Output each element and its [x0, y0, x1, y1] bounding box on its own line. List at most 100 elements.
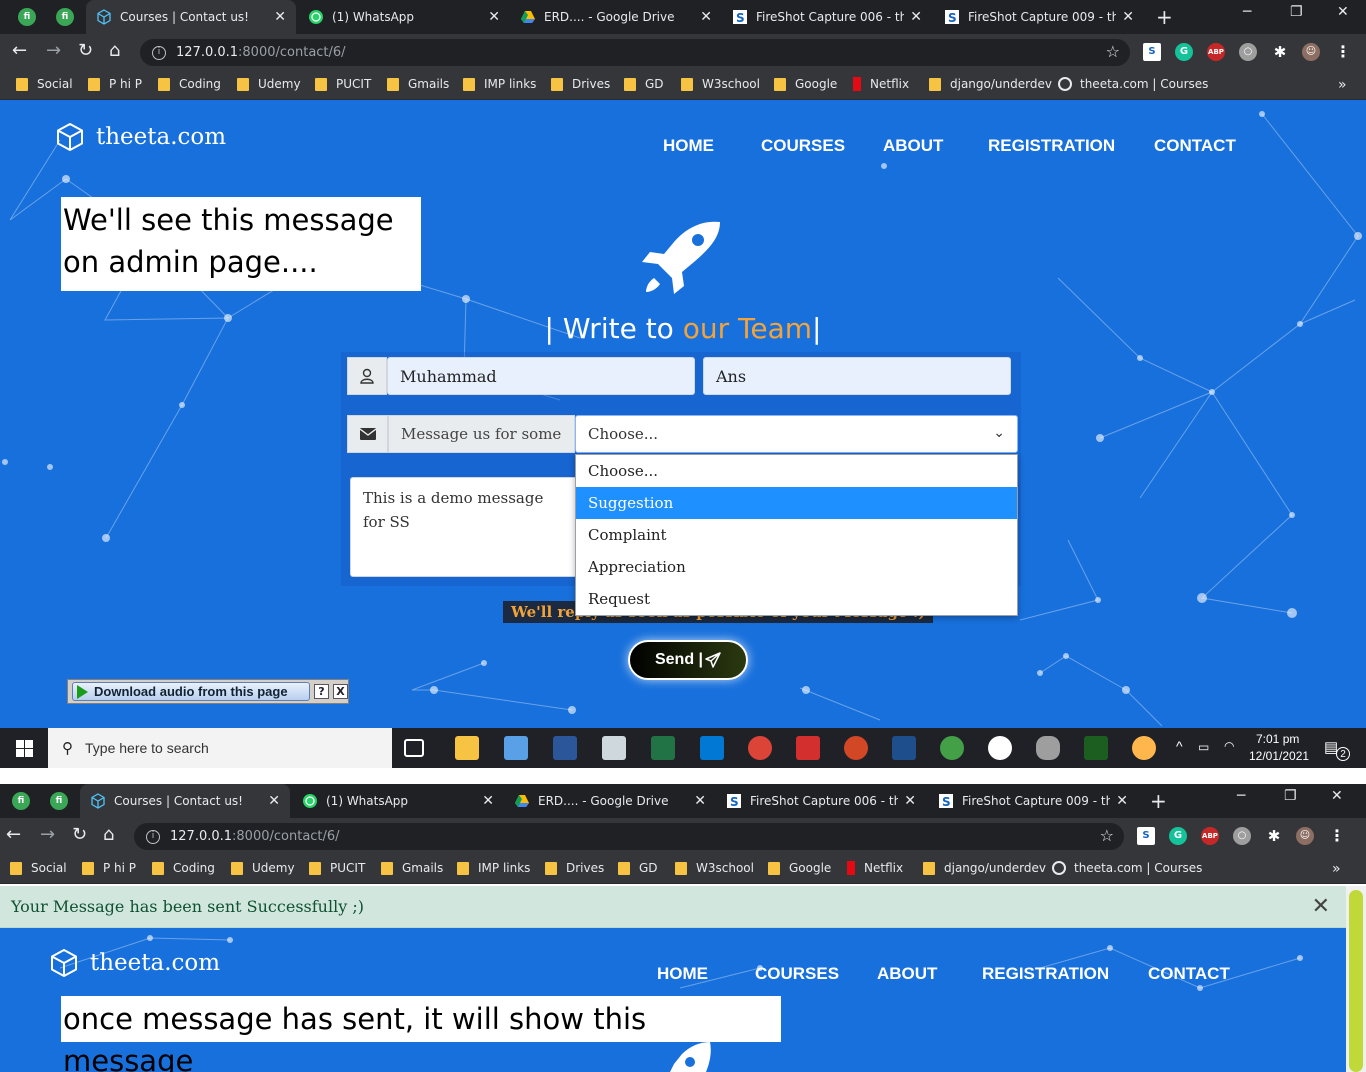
bookmark-item[interactable]: Udemy: [231, 861, 295, 875]
tab-fireshot-009[interactable]: S FireShot Capture 009 - thee ✕: [934, 0, 1144, 34]
info-icon[interactable]: i: [152, 45, 166, 60]
tab-fireshot-006[interactable]: S FireShot Capture 006 - thee ✕: [722, 0, 932, 34]
brand-logo[interactable]: theeta.com: [49, 948, 220, 978]
restore-icon[interactable]: ❐: [1290, 4, 1303, 20]
more-bookmarks-icon[interactable]: »: [1332, 861, 1341, 877]
info-icon[interactable]: i: [146, 829, 160, 844]
grammarly-icon[interactable]: G: [1169, 827, 1187, 845]
back-icon[interactable]: ←: [12, 40, 27, 61]
close-window-icon[interactable]: ✕: [1337, 4, 1349, 20]
pinned-tab-icon[interactable]: fi: [56, 8, 74, 26]
bookmark-item[interactable]: Coding: [152, 861, 215, 875]
chrome-icon[interactable]: [748, 736, 772, 760]
tab-whatsapp[interactable]: (1) WhatsApp ✕: [292, 784, 504, 818]
close-window-icon[interactable]: ✕: [1331, 788, 1343, 804]
adblock-icon[interactable]: ABP: [1207, 43, 1225, 61]
close-icon[interactable]: X: [333, 684, 348, 699]
tab-fireshot-006[interactable]: S FireShot Capture 006 - thee ✕: [716, 784, 926, 818]
bookmark-item[interactable]: Social: [10, 861, 67, 875]
paint-icon[interactable]: [1132, 736, 1156, 760]
file-explorer-icon[interactable]: [455, 736, 479, 760]
avatar[interactable]: ☺: [1296, 827, 1314, 845]
bookmark-item[interactable]: Netflix: [853, 77, 909, 91]
close-icon[interactable]: ✕: [1312, 894, 1330, 919]
close-tab-icon[interactable]: ✕: [904, 793, 916, 809]
address-bar[interactable]: i 127.0.0.1:8000/contact/6/ ☆: [140, 39, 1130, 66]
reload-icon[interactable]: ↻: [78, 40, 93, 61]
app-icon[interactable]: [988, 736, 1012, 760]
pinned-tab-icon[interactable]: fi: [12, 792, 30, 810]
forward-icon[interactable]: →: [46, 40, 61, 61]
battery-icon[interactable]: ▭: [1198, 740, 1209, 754]
pinned-tab-icon[interactable]: fi: [18, 8, 36, 26]
home-icon[interactable]: ⌂: [109, 40, 120, 61]
adblock-icon[interactable]: ABP: [1201, 827, 1219, 845]
nav-registration[interactable]: REGISTRATION: [982, 964, 1109, 984]
puzzle-icon[interactable]: ✱: [1265, 827, 1283, 845]
bookmark-item[interactable]: W3school: [681, 77, 760, 91]
tab-courses-contact[interactable]: Courses | Contact us! ✕: [80, 784, 290, 818]
tab-courses-contact[interactable]: Courses | Contact us! ✕: [86, 0, 296, 34]
more-bookmarks-icon[interactable]: »: [1338, 77, 1347, 93]
bookmark-item[interactable]: IMP links: [463, 77, 536, 91]
nav-registration[interactable]: REGISTRATION: [988, 136, 1115, 156]
menu-icon[interactable]: ⋮: [1334, 43, 1352, 61]
first-name-field[interactable]: Muhammad: [387, 357, 695, 395]
windows-start-icon[interactable]: [16, 740, 33, 757]
message-textarea[interactable]: This is a demo message for SS: [350, 477, 580, 577]
taskbar-search[interactable]: ⚲ Type here to search: [48, 728, 392, 768]
extension-icon[interactable]: ○: [1239, 43, 1257, 61]
nav-about[interactable]: ABOUT: [883, 136, 943, 156]
chevron-up-icon[interactable]: ^: [1176, 738, 1183, 754]
bookmark-item[interactable]: GD: [624, 77, 664, 91]
restore-icon[interactable]: ❐: [1284, 788, 1297, 804]
acrobat-icon[interactable]: [796, 736, 820, 760]
word-icon[interactable]: [553, 736, 577, 760]
tab-google-drive[interactable]: ERD.... - Google Drive ✕: [510, 0, 722, 34]
bookmark-star-icon[interactable]: ☆: [1100, 826, 1114, 845]
fireshot-extension-icon[interactable]: S: [1137, 827, 1155, 845]
bookmark-item[interactable]: W3school: [675, 861, 754, 875]
vscode-icon[interactable]: [700, 736, 724, 760]
download-audio-button[interactable]: Download audio from this page: [72, 682, 310, 701]
bookmark-item[interactable]: GD: [618, 861, 658, 875]
tab-whatsapp[interactable]: (1) WhatsApp ✕: [298, 0, 510, 34]
network-app-icon[interactable]: [940, 736, 964, 760]
pycharm-icon[interactable]: [1084, 736, 1108, 760]
bookmark-item[interactable]: Netflix: [847, 861, 903, 875]
bookmark-item[interactable]: Coding: [158, 77, 221, 91]
close-tab-icon[interactable]: ✕: [700, 9, 712, 25]
minimize-icon[interactable]: ─: [1237, 788, 1245, 804]
bookmark-item[interactable]: Drives: [551, 77, 610, 91]
option-choose[interactable]: Choose...: [576, 455, 1017, 487]
nav-about[interactable]: ABOUT: [877, 964, 937, 984]
brand-logo[interactable]: theeta.com: [55, 122, 226, 152]
new-tab-icon[interactable]: +: [1156, 5, 1173, 29]
nav-home[interactable]: HOME: [663, 136, 714, 156]
scrollbar[interactable]: [1346, 886, 1366, 1072]
close-tab-icon[interactable]: ✕: [482, 793, 494, 809]
devc-icon[interactable]: [892, 736, 916, 760]
bookmark-item[interactable]: django/underdev: [923, 861, 1046, 875]
bookmark-star-icon[interactable]: ☆: [1106, 42, 1120, 61]
bookmark-item[interactable]: theeta.com | Courses: [1052, 861, 1202, 875]
bookmark-item[interactable]: Gmails: [387, 77, 449, 91]
close-tab-icon[interactable]: ✕: [694, 793, 706, 809]
close-tab-icon[interactable]: ✕: [1122, 9, 1134, 25]
tab-fireshot-009[interactable]: S FireShot Capture 009 - thee ✕: [928, 784, 1138, 818]
image-viewer-icon[interactable]: [602, 736, 626, 760]
close-tab-icon[interactable]: ✕: [274, 9, 286, 25]
bookmark-item[interactable]: Google: [774, 77, 837, 91]
nav-contact[interactable]: CONTACT: [1154, 136, 1236, 156]
home-icon[interactable]: ⌂: [103, 824, 114, 845]
bookmark-item[interactable]: PUCIT: [309, 861, 365, 875]
nav-courses[interactable]: COURSES: [755, 964, 839, 984]
bookmark-item[interactable]: P hi P: [82, 861, 136, 875]
close-tab-icon[interactable]: ✕: [488, 9, 500, 25]
wifi-icon[interactable]: ◠: [1224, 739, 1234, 753]
back-icon[interactable]: ←: [6, 824, 21, 845]
database-icon[interactable]: [1036, 736, 1060, 760]
new-tab-icon[interactable]: +: [1150, 789, 1167, 813]
bookmark-item[interactable]: Google: [768, 861, 831, 875]
clock-time[interactable]: 7:01 pm: [1256, 732, 1299, 746]
